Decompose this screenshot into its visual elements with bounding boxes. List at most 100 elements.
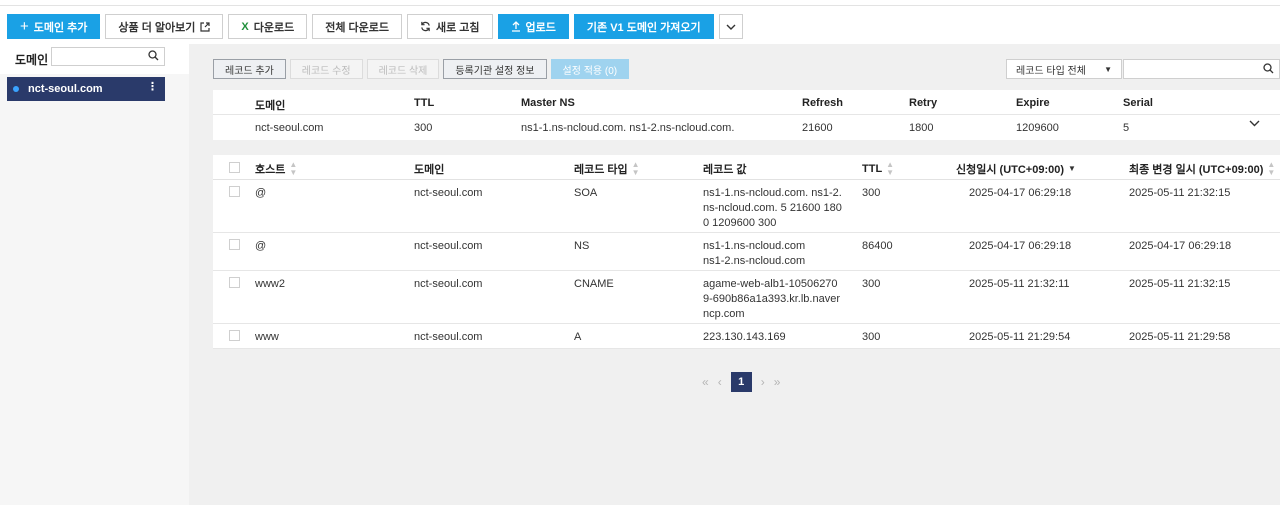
cell-ttl: 300	[862, 187, 881, 199]
next-page-icon[interactable]: ›	[761, 375, 765, 389]
sort-icon[interactable]: ▲ ▼	[632, 161, 640, 177]
cell-ttl: 86400	[862, 240, 893, 252]
excel-icon: X	[241, 20, 249, 33]
kebab-menu-icon[interactable]: ⋮	[147, 82, 158, 93]
row-checkbox[interactable]	[229, 277, 240, 288]
caret-down-icon: ▼	[1104, 65, 1112, 74]
soa-header-serial: Serial	[1123, 97, 1153, 109]
external-link-icon	[200, 21, 210, 32]
cell-modified: 2025-04-17 06:29:18	[1129, 240, 1232, 252]
soa-header-master-ns: Master NS	[521, 97, 575, 109]
cell-value: ns1-1.ns-ncloud.com. ns1-2.ns-ncloud.com…	[703, 187, 842, 229]
upload-label: 업로드	[525, 21, 556, 34]
cell-domain: nct-seoul.com	[414, 240, 483, 252]
cell-domain: nct-seoul.com	[414, 187, 483, 199]
search-icon[interactable]	[148, 50, 159, 61]
cell-host: www	[255, 331, 279, 343]
import-v1-button[interactable]: 기존 V1 도메인 가져오기	[573, 14, 714, 39]
soa-retry: 1800	[909, 122, 934, 134]
last-page-icon[interactable]: »	[774, 375, 781, 389]
cell-created: 2025-04-17 06:29:18	[969, 187, 1072, 199]
page-current-button[interactable]: 1	[730, 372, 752, 392]
cell-host: www2	[255, 278, 285, 290]
record-type-select[interactable]: 레코드 타입 전체 ▼	[1006, 59, 1122, 79]
cell-type: NS	[574, 240, 590, 252]
sidebar-header: 도메인	[0, 44, 189, 74]
soa-domain: nct-seoul.com	[255, 122, 324, 134]
table-row[interactable]: @ nct-seoul.com SOA ns1-1.ns-ncloud.com.…	[213, 180, 1280, 233]
cell-value: agame-web-alb1-105062709-690b86a1a393.kr…	[703, 278, 840, 320]
soa-header-domain: 도메인	[255, 100, 286, 112]
cell-type: CNAME	[574, 278, 614, 290]
record-actions: 레코드 추가 레코드 수정 레코드 삭제 등록기관 설정 정보 설정 적용 (0…	[213, 59, 630, 79]
more-dropdown-button[interactable]	[718, 14, 743, 39]
row-checkbox[interactable]	[229, 186, 240, 197]
cell-domain: nct-seoul.com	[414, 331, 483, 343]
table-row[interactable]: @ nct-seoul.com NS ns1-1.ns-ncloud.com n…	[213, 233, 1280, 271]
table-row[interactable]: www2 nct-seoul.com CNAME agame-web-alb1-…	[213, 271, 1280, 324]
sort-icon[interactable]: ▲ ▼	[1267, 161, 1275, 177]
sort-icon[interactable]: ▲ ▼	[289, 161, 297, 177]
add-domain-button[interactable]: + 도메인 추가	[7, 14, 101, 39]
import-v1-label: 기존 V1 도메인 가져오기	[586, 21, 701, 34]
col-created[interactable]: 신청일시 (UTC+09:00) ▼	[956, 161, 1076, 177]
soa-header-refresh: Refresh	[802, 97, 843, 109]
col-ttl[interactable]: TTL ▲ ▼	[862, 161, 894, 177]
col-modified[interactable]: 최종 변경 일시 (UTC+09:00) ▲ ▼	[1129, 161, 1275, 177]
records-table: 호스트 ▲ ▼ 도메인 레코드 타입 ▲ ▼ 레코드 값 TTL ▲ ▼ 신청일시 (UTC…	[213, 155, 1280, 349]
plus-icon: +	[20, 18, 29, 35]
download-button[interactable]: X 다운로드	[228, 14, 308, 39]
first-page-icon[interactable]: «	[702, 375, 709, 389]
cell-value: ns1-1.ns-ncloud.com ns1-2.ns-ncloud.com	[703, 240, 806, 267]
soa-header-ttl: TTL	[414, 97, 435, 109]
row-checkbox[interactable]	[229, 330, 240, 341]
status-dot-icon	[13, 86, 19, 92]
sidebar-item-domain[interactable]: nct-seoul.com ⋮	[7, 77, 165, 101]
refresh-button[interactable]: 새로 고침	[406, 14, 493, 39]
edit-record-button[interactable]: 레코드 수정	[289, 59, 363, 79]
top-divider	[0, 5, 1280, 6]
registrar-info-button[interactable]: 등록기관 설정 정보	[443, 59, 547, 79]
records-table-header: 호스트 ▲ ▼ 도메인 레코드 타입 ▲ ▼ 레코드 값 TTL ▲ ▼ 신청일시 (UTC…	[213, 155, 1280, 180]
domain-search-input[interactable]	[51, 47, 165, 66]
delete-record-button[interactable]: 레코드 삭제	[366, 59, 440, 79]
cell-created: 2025-04-17 06:29:18	[969, 240, 1072, 252]
col-ttl-label: TTL	[862, 163, 883, 175]
col-type-label: 레코드 타입	[574, 164, 628, 176]
download-all-button[interactable]: 전체 다운로드	[312, 14, 402, 39]
cell-modified: 2025-05-11 21:32:15	[1129, 278, 1231, 290]
cell-domain: nct-seoul.com	[414, 278, 483, 290]
search-icon[interactable]	[1263, 63, 1274, 74]
learn-more-label: 상품 더 알아보기	[118, 21, 196, 34]
table-row[interactable]: www nct-seoul.com A 223.130.143.169 300 …	[213, 324, 1280, 349]
prev-page-icon[interactable]: ‹	[718, 375, 722, 389]
select-all-checkbox[interactable]	[229, 162, 240, 173]
add-record-button[interactable]: 레코드 추가	[213, 59, 286, 79]
cell-created: 2025-05-11 21:29:54	[969, 331, 1071, 343]
refresh-label: 새로 고침	[435, 21, 480, 34]
download-all-label: 전체 다운로드	[325, 21, 389, 34]
cell-modified: 2025-05-11 21:32:15	[1129, 187, 1231, 199]
sort-icon[interactable]: ▲ ▼	[886, 161, 894, 177]
soa-header-expire: Expire	[1016, 97, 1050, 109]
record-search-input[interactable]	[1123, 59, 1280, 79]
col-type[interactable]: 레코드 타입 ▲ ▼	[574, 161, 640, 177]
col-domain: 도메인	[414, 161, 444, 177]
domain-sidebar: 도메인 nct-seoul.com ⋮	[0, 44, 189, 505]
apply-settings-button[interactable]: 설정 적용 (0)	[550, 59, 630, 79]
col-host[interactable]: 호스트 ▲ ▼	[255, 161, 297, 177]
soa-master-ns: ns1-1.ns-ncloud.com. ns1-2.ns-ncloud.com…	[521, 122, 735, 134]
soa-header-retry: Retry	[909, 97, 938, 109]
cell-type: A	[574, 331, 582, 343]
sort-desc-icon[interactable]: ▼	[1068, 165, 1076, 173]
download-label: 다운로드	[253, 21, 295, 34]
cell-value: 223.130.143.169	[703, 331, 786, 343]
soa-ttl: 300	[414, 122, 433, 134]
main-toolbar: + 도메인 추가 상품 더 알아보기 X 다운로드 전체 다운로드 새로 고침 …	[7, 14, 743, 39]
upload-button[interactable]: 업로드	[497, 14, 569, 39]
learn-more-button[interactable]: 상품 더 알아보기	[105, 14, 224, 39]
upload-icon	[511, 21, 520, 32]
chevron-down-icon[interactable]	[1249, 120, 1260, 127]
cell-ttl: 300	[862, 278, 881, 290]
row-checkbox[interactable]	[229, 239, 240, 250]
